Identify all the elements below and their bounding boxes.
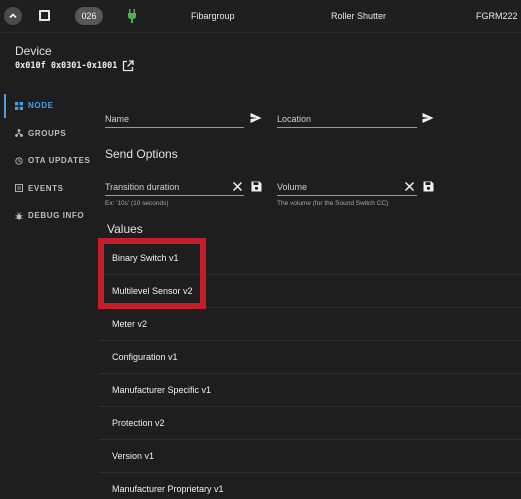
sidebar-item-events[interactable]: EVENTS — [0, 175, 98, 203]
location-field-label: Location — [277, 114, 312, 124]
transition-duration-hint: Ex: '10s' (10 seconds) — [105, 200, 169, 207]
sidebar-item-ota-updates[interactable]: OTA UPDATES — [0, 147, 98, 175]
sidebar-item-label: GROUPS — [28, 128, 67, 138]
grid-icon — [15, 101, 23, 110]
location-field[interactable]: Location — [277, 110, 417, 128]
transition-duration-field[interactable]: Transition duration — [105, 178, 244, 196]
device-ids: 0x010f 0x0301-0x1001 — [15, 61, 118, 71]
bug-icon — [15, 212, 23, 220]
volume-field-label: Volume — [277, 182, 308, 192]
value-row-manufacturer-proprietary[interactable]: Manufacturer Proprietary v1 — [99, 473, 521, 499]
sidebar-item-label: EVENTS — [28, 183, 64, 193]
sidebar-item-label: NODE — [28, 101, 54, 111]
sidebar-item-label: DEBUG INFO — [28, 211, 85, 221]
node-id-chip: 026 — [75, 7, 103, 25]
product-text: Roller Shutter — [331, 11, 387, 21]
values-heading: Values — [107, 222, 143, 236]
send-options-heading: Send Options — [105, 147, 178, 161]
sidebar-item-label: OTA UPDATES — [28, 156, 91, 166]
close-icon[interactable] — [232, 181, 243, 192]
manufacturer-text: Fibargroup — [191, 11, 235, 21]
sidebar-item-groups[interactable]: GROUPS — [0, 120, 98, 148]
sidebar-item-debug-info[interactable]: DEBUG INFO — [0, 202, 98, 230]
device-title: Device — [15, 44, 52, 58]
name-field[interactable]: Name — [105, 110, 244, 128]
highlight-annotation-box — [98, 238, 206, 309]
value-row-protection[interactable]: Protection v2 — [99, 407, 521, 440]
chevron-up-icon — [9, 13, 17, 19]
groups-icon — [15, 129, 23, 138]
value-row-configuration[interactable]: Configuration v1 — [99, 341, 521, 374]
value-row-version[interactable]: Version v1 — [99, 440, 521, 473]
send-icon[interactable] — [250, 112, 262, 124]
save-icon[interactable] — [251, 181, 262, 192]
node-row[interactable]: 026 Fibargroup Roller Shutter FGRM222 — [0, 0, 521, 33]
update-icon — [15, 157, 23, 165]
sidebar-item-node[interactable]: NODE — [0, 92, 98, 120]
collapse-button[interactable] — [4, 7, 22, 25]
model-text: FGRM222 — [476, 11, 518, 21]
save-icon[interactable] — [423, 181, 434, 192]
row-select-checkbox[interactable] — [39, 10, 50, 21]
sidebar: NODE GROUPS OTA UPDATES EVENTS DEBUG INF… — [0, 92, 98, 230]
volume-field[interactable]: Volume — [277, 178, 417, 196]
value-row-meter[interactable]: Meter v2 — [99, 308, 521, 341]
transition-duration-label: Transition duration — [105, 182, 180, 192]
close-icon[interactable] — [404, 181, 415, 192]
send-icon[interactable] — [422, 112, 434, 124]
volume-hint: The volume (for the Sound Switch CC) — [277, 200, 389, 207]
power-plug-icon — [128, 9, 136, 23]
open-in-new-icon[interactable] — [122, 60, 134, 72]
name-field-label: Name — [105, 114, 130, 124]
list-icon — [15, 184, 23, 193]
value-row-manufacturer-specific[interactable]: Manufacturer Specific v1 — [99, 374, 521, 407]
